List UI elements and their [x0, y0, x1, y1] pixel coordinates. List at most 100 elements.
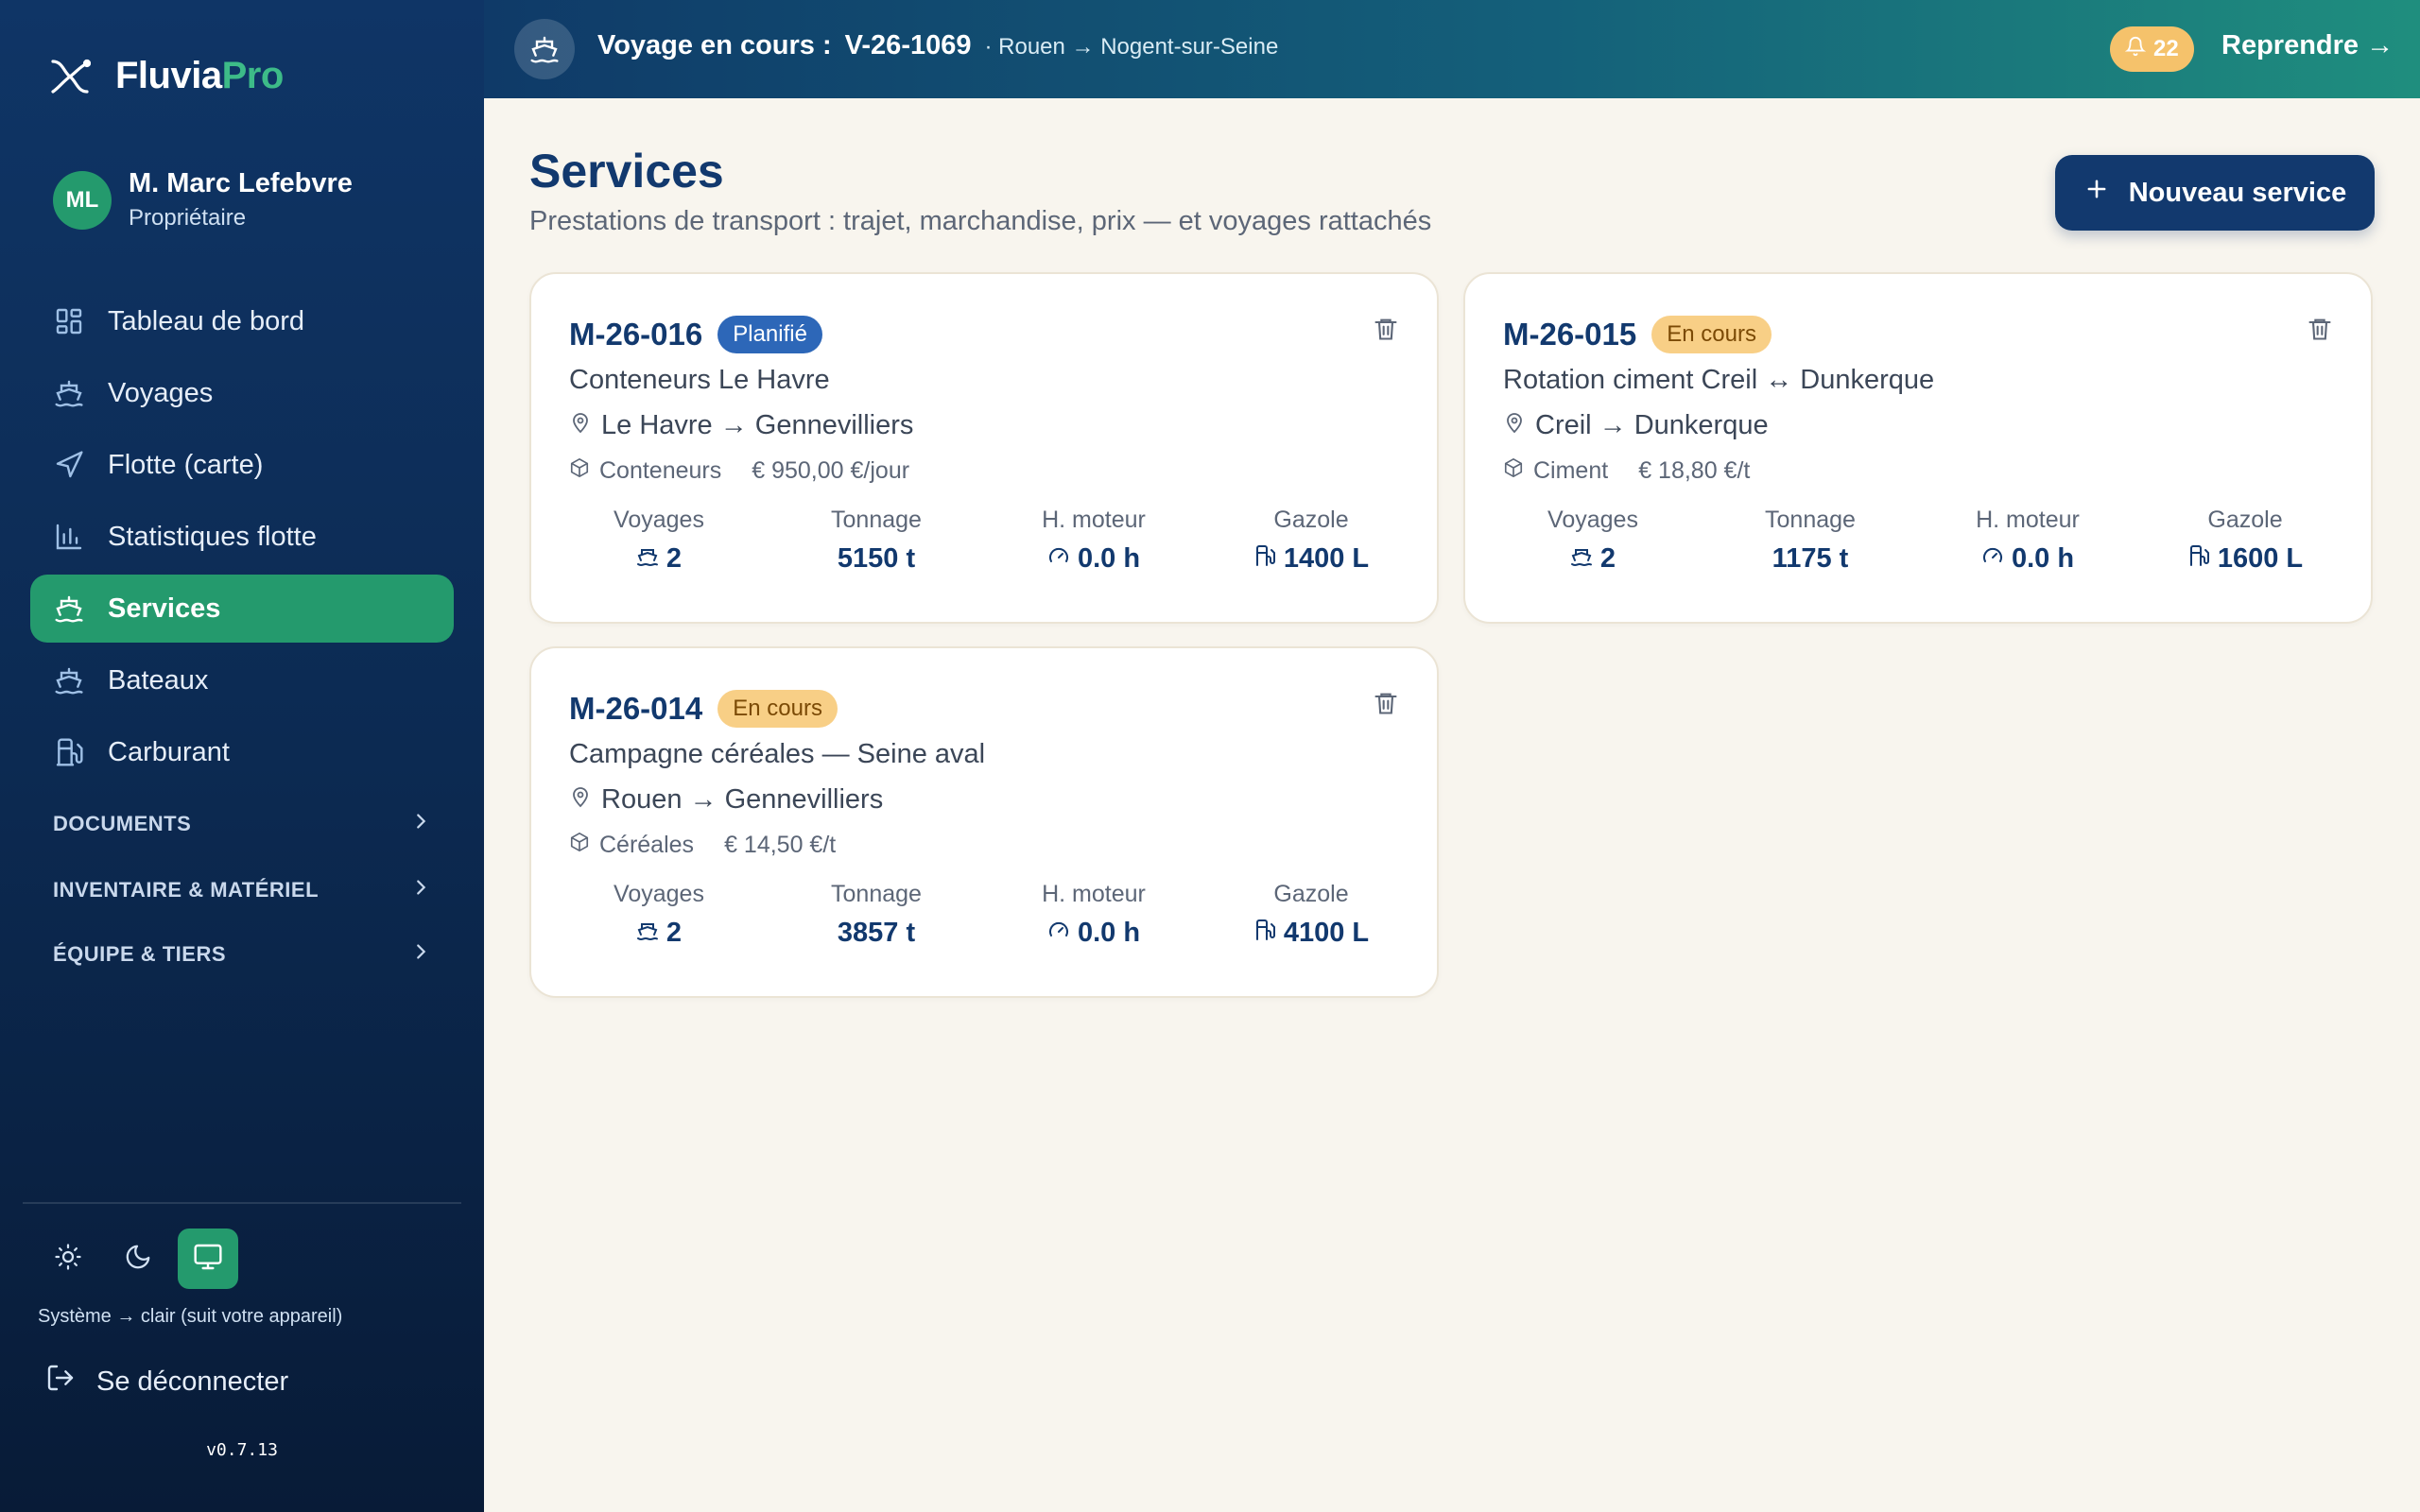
service-title: Rotation ciment Creil ↔ Dunkerque: [1503, 365, 1935, 395]
sidebar-item-services[interactable]: Services: [30, 575, 454, 643]
sidebar-section-documents[interactable]: DOCUMENTS: [53, 811, 431, 837]
sidebar-item-statistiques[interactable]: Statistiques flotte: [30, 503, 454, 571]
brand-name: FluviaPro: [115, 55, 284, 96]
theme-switcher: [38, 1228, 238, 1289]
banner-voyage-code: V-26-1069: [844, 30, 972, 60]
boat-icon: [636, 543, 659, 575]
service-title: Campagne céréales — Seine aval: [569, 739, 986, 769]
map-pin-icon: [569, 410, 592, 441]
boat-icon: [53, 664, 85, 696]
dashboard-icon: [53, 305, 85, 337]
sidebar-section-equipe[interactable]: ÉQUIPE & TIERS: [53, 941, 431, 968]
cargo-type: Conteneurs: [599, 457, 722, 484]
map-pin-icon: [569, 784, 592, 816]
service-title: Conteneurs Le Havre: [569, 365, 830, 395]
service-card[interactable]: M-26-014 En cours Campagne céréales — Se…: [529, 646, 1439, 998]
stat-tonnage: 1175 t: [1772, 543, 1849, 574]
user-profile[interactable]: ML M. Marc Lefebvre Propriétaire: [53, 168, 353, 232]
sidebar-item-label: Tableau de bord: [108, 305, 304, 336]
trash-icon[interactable]: [1373, 316, 1399, 347]
package-icon: [569, 457, 590, 485]
fuel-icon: [1253, 543, 1276, 575]
cargo-type: Ciment: [1533, 457, 1609, 484]
stat-label-engine: H. moteur: [1976, 507, 2080, 533]
package-icon: [1503, 457, 1524, 485]
service-card[interactable]: M-26-015 En cours Rotation ciment Creil …: [1463, 272, 2373, 624]
page-subtitle: Prestations de transport : trajet, march…: [529, 206, 1432, 236]
bell-icon: [2124, 36, 2147, 63]
sidebar-item-label: Services: [108, 593, 221, 624]
sidebar-item-flotte[interactable]: Flotte (carte): [30, 431, 454, 499]
moon-icon: [124, 1243, 152, 1276]
service-code: M-26-014: [569, 691, 703, 726]
resume-voyage-link[interactable]: Reprendre →: [2221, 30, 2394, 61]
boat-icon: [514, 19, 575, 79]
package-icon: [569, 832, 590, 859]
section-label: INVENTAIRE & MATÉRIEL: [53, 878, 320, 902]
stat-fuel: 4100 L: [1283, 918, 1370, 948]
stat-label-engine: H. moteur: [1042, 881, 1146, 907]
sidebar-item-voyages[interactable]: Voyages: [30, 359, 454, 427]
service-card[interactable]: M-26-016 Planifié Conteneurs Le Havre Le…: [529, 272, 1439, 624]
service-meta: Céréales € 14,50 €/t: [569, 832, 836, 859]
sidebar-item-bateaux[interactable]: Bateaux: [30, 646, 454, 714]
stat-engine-hours: 0.0 h: [1077, 918, 1141, 948]
chevron-right-icon: [410, 877, 431, 903]
sidebar-item-tableau-de-bord[interactable]: Tableau de bord: [30, 287, 454, 355]
user-role: Propriétaire: [129, 205, 247, 231]
stat-label-voyages: Voyages: [1547, 507, 1638, 533]
trash-icon[interactable]: [2307, 316, 2333, 347]
fluviapro-logo-icon: [49, 56, 91, 97]
stat-engine-hours: 0.0 h: [1077, 543, 1141, 574]
stat-label-engine: H. moteur: [1042, 507, 1146, 533]
logout-button[interactable]: Se déconnecter: [45, 1363, 288, 1400]
stat-engine-hours: 0.0 h: [2011, 543, 2075, 574]
sidebar: FluviaPro ML M. Marc Lefebvre Propriétai…: [0, 0, 484, 1512]
stat-fuel: 1400 L: [1283, 543, 1370, 574]
service-price: € 14,50 €/t: [724, 832, 837, 858]
new-service-button[interactable]: Nouveau service: [2055, 155, 2375, 231]
boat-icon: [1570, 543, 1593, 575]
stat-label-tonnage: Tonnage: [831, 881, 922, 907]
page-title: Services: [529, 145, 724, 198]
chevron-right-icon: [410, 941, 431, 968]
notifications-button[interactable]: 22: [2110, 26, 2194, 72]
stat-tonnage: 5150 t: [837, 543, 916, 574]
gauge-icon: [1047, 918, 1070, 949]
map-pin-icon: [1503, 410, 1526, 441]
brand[interactable]: FluviaPro: [49, 55, 284, 97]
sidebar-item-label: Voyages: [108, 377, 214, 408]
sidebar-item-label: Bateaux: [108, 664, 209, 696]
sidebar-item-label: Flotte (carte): [108, 449, 264, 480]
theme-dark-button[interactable]: [108, 1228, 168, 1289]
gauge-icon: [1981, 543, 2004, 575]
current-voyage-banner[interactable]: Voyage en cours : V-26-1069 · Rouen → No…: [484, 0, 2420, 98]
route-text: Rouen → Gennevilliers: [601, 784, 884, 815]
banner-text: Voyage en cours : V-26-1069 · Rouen → No…: [597, 30, 1278, 61]
stat-voyages: 2: [666, 918, 683, 948]
trash-icon[interactable]: [1373, 690, 1399, 721]
theme-caption: Système → clair (suit votre appareil): [38, 1306, 343, 1327]
sidebar-section-inventaire[interactable]: INVENTAIRE & MATÉRIEL: [53, 877, 431, 903]
theme-system-button[interactable]: [178, 1228, 238, 1289]
navigation-icon: [53, 449, 85, 481]
monitor-icon: [193, 1242, 223, 1277]
sidebar-item-carburant[interactable]: Carburant: [30, 718, 454, 786]
service-route: Creil → Dunkerque: [1503, 410, 1769, 441]
logout-icon: [45, 1363, 76, 1400]
notification-count: 22: [2153, 36, 2179, 61]
fuel-icon: [1253, 918, 1276, 949]
stat-label-tonnage: Tonnage: [1765, 507, 1856, 533]
gauge-icon: [1047, 543, 1070, 575]
section-label: ÉQUIPE & TIERS: [53, 942, 227, 966]
cargo-type: Céréales: [599, 832, 695, 858]
sun-icon: [54, 1243, 82, 1276]
fuel-icon: [2187, 543, 2210, 575]
sidebar-item-label: Carburant: [108, 736, 230, 767]
route-text: Creil → Dunkerque: [1535, 410, 1769, 440]
banner-route: · Rouen → Nogent-sur-Seine: [984, 34, 1279, 60]
theme-light-button[interactable]: [38, 1228, 98, 1289]
sidebar-nav: Tableau de bord Voyages Flotte (carte) S…: [30, 287, 454, 790]
banner-label: Voyage en cours :: [597, 30, 832, 60]
service-price: € 950,00 €/jour: [752, 457, 910, 484]
